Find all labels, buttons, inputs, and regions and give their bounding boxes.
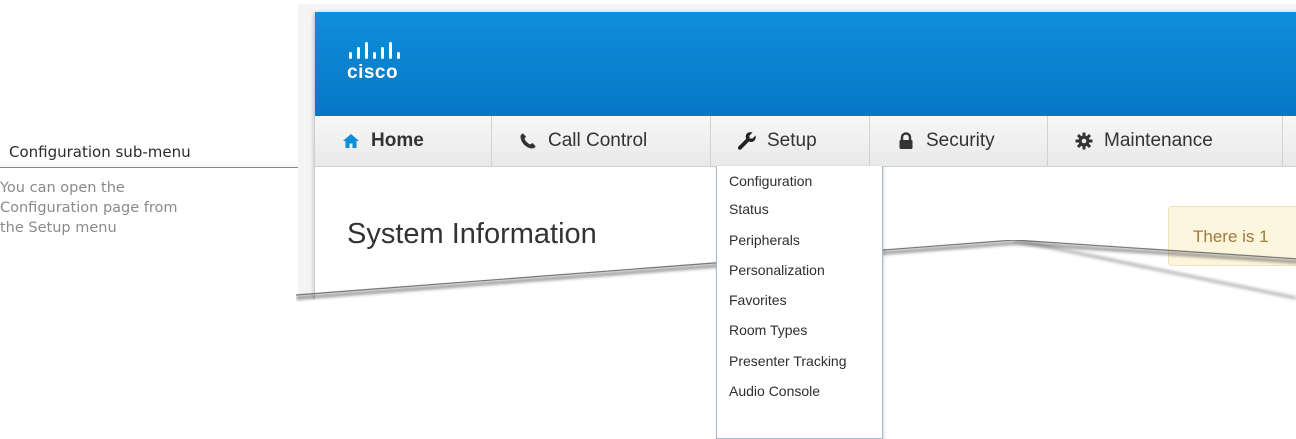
nav-home-label: Home [371, 130, 424, 151]
nav-call-control-label: Call Control [548, 130, 648, 151]
annotation-line-1: You can open the [0, 180, 125, 196]
menu-item-personalization[interactable]: Personalization [717, 255, 882, 285]
menu-item-presenter-tracking[interactable]: Presenter Tracking [717, 346, 882, 376]
notification-banner: There is 1 [1168, 206, 1296, 266]
menu-item-configuration[interactable]: Configuration [717, 162, 882, 194]
cisco-logo-text: cisco [347, 62, 399, 83]
menu-item-favorites[interactable]: Favorites [717, 285, 882, 315]
wrench-icon [737, 131, 757, 151]
annotation-line-2: Configuration page from [0, 200, 178, 216]
cisco-header-bar: cisco [315, 12, 1296, 116]
gear-icon [1074, 131, 1094, 151]
annotation-description: You can open the Configuration page from… [0, 178, 285, 238]
cisco-logo: cisco [347, 42, 411, 88]
nav-maintenance[interactable]: Maintenance [1048, 116, 1283, 166]
annotation-line-3: the Setup menu [0, 220, 117, 236]
menu-item-audio-console[interactable]: Audio Console [717, 376, 882, 406]
home-icon [341, 131, 361, 151]
menu-item-room-types[interactable]: Room Types [717, 315, 882, 345]
setup-dropdown-menu: Configuration Status Peripherals Persona… [716, 166, 883, 439]
nav-call-control[interactable]: Call Control [492, 116, 711, 166]
nav-maintenance-label: Maintenance [1104, 130, 1213, 151]
main-navigation: Home Call Control Setup Security Mainten… [315, 116, 1296, 167]
lock-icon [896, 131, 916, 151]
phone-icon [518, 131, 538, 151]
cisco-logo-bars-icon [349, 42, 400, 59]
nav-home[interactable]: Home [315, 116, 492, 166]
nav-setup[interactable]: Setup [711, 116, 870, 166]
nav-security-label: Security [926, 130, 995, 151]
menu-item-peripherals[interactable]: Peripherals [717, 225, 882, 255]
menu-item-status[interactable]: Status [717, 194, 882, 224]
page-title: System Information [347, 218, 597, 250]
annotation-title: Configuration sub-menu [9, 143, 191, 161]
nav-security[interactable]: Security [870, 116, 1048, 166]
nav-setup-label: Setup [767, 130, 817, 151]
